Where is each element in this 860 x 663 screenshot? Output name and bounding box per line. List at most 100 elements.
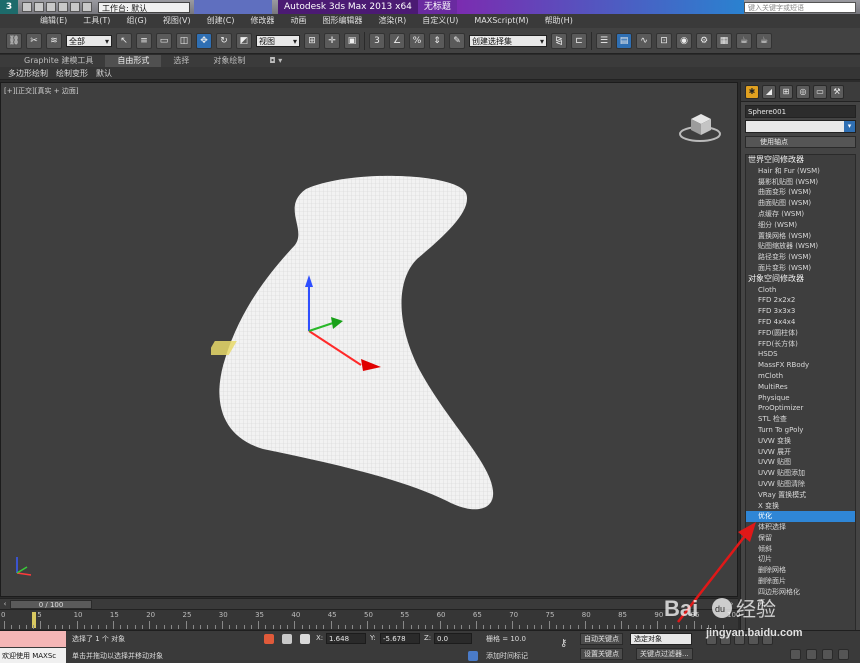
select-move-icon[interactable]: ✥ xyxy=(196,32,212,49)
rendered-frame-icon[interactable]: ▦ xyxy=(716,32,732,49)
search-input[interactable]: 键入关键字或短语 xyxy=(744,1,856,13)
modifier-item[interactable]: Turn To gPoly xyxy=(746,425,855,436)
modify-tab-icon[interactable]: ◢ xyxy=(762,84,776,99)
zoom-icon[interactable] xyxy=(790,649,801,660)
modifier-item[interactable]: UVW 贴图 xyxy=(746,457,855,468)
key-filters-button[interactable]: 关键点过滤器... xyxy=(636,648,693,660)
perspective-viewport[interactable]: [+][正交][真实 + 边面] xyxy=(0,82,738,597)
modifier-item[interactable]: FFD 4x4x4 xyxy=(746,317,855,328)
menu-animation[interactable]: 动画 xyxy=(282,14,314,28)
modifier-item[interactable]: 点缓存 (WSM) xyxy=(746,209,855,220)
menu-modifiers[interactable]: 修改器 xyxy=(242,14,282,28)
render-production-icon[interactable]: ☕ xyxy=(736,32,752,49)
go-to-end-icon[interactable] xyxy=(762,634,773,645)
modifier-item[interactable]: 体积选择 xyxy=(746,522,855,533)
menu-rendering[interactable]: 渲染(R) xyxy=(370,14,414,28)
menu-graph-editors[interactable]: 图形编辑器 xyxy=(314,14,370,28)
next-frame-icon[interactable]: › xyxy=(728,600,736,609)
modifier-item[interactable]: VRay 置换模式 xyxy=(746,490,855,501)
modifier-item[interactable]: 面片变形 (WSM) xyxy=(746,263,855,274)
select-link-icon[interactable]: ⛓ xyxy=(6,32,22,49)
selection-filter-dropdown[interactable]: 全部 xyxy=(66,34,112,48)
set-key-button[interactable]: 设置关键点 xyxy=(580,648,623,660)
undo-icon[interactable] xyxy=(58,2,68,12)
modifier-item[interactable]: 倾斜 xyxy=(746,544,855,555)
ribbon-default[interactable]: 默认 xyxy=(96,68,112,79)
modifier-item[interactable]: FFD 3x3x3 xyxy=(746,306,855,317)
time-slider-handle[interactable]: 0 / 100 xyxy=(10,600,92,609)
selected-object-dropdown[interactable]: 选定对象 xyxy=(630,633,692,645)
viewport-label[interactable]: [+][正交][真实 + 边面] xyxy=(4,86,79,96)
modifier-item[interactable]: 四边形网格化 xyxy=(746,587,855,598)
zoom-all-icon[interactable] xyxy=(806,649,817,660)
y-coord-field[interactable]: -5.678 xyxy=(380,633,420,644)
tab-freeform[interactable]: 自由形式 xyxy=(105,55,162,67)
modifier-item[interactable]: 路径变形 (WSM) xyxy=(746,252,855,263)
modifier-item[interactable]: MassFX RBody xyxy=(746,360,855,371)
modifier-item[interactable]: UVW 贴图清除 xyxy=(746,479,855,490)
z-coord-field[interactable]: 0.0 xyxy=(434,633,472,644)
modifier-item[interactable]: mCloth xyxy=(746,371,855,382)
workspace-dropdown[interactable]: 工作台: 默认 xyxy=(98,1,190,13)
viewcube-icon[interactable] xyxy=(677,105,723,145)
prev-frame-icon[interactable]: ‹ xyxy=(1,600,9,609)
create-tab-icon[interactable]: ✱ xyxy=(745,84,759,99)
time-slider[interactable]: ‹ 0 / 100 › xyxy=(0,598,738,609)
layer-manager-icon[interactable]: ☰ xyxy=(596,32,612,49)
material-editor-icon[interactable]: ◉ xyxy=(676,32,692,49)
utilities-tab-icon[interactable]: ⚒ xyxy=(830,84,844,99)
modifier-item[interactable]: 切片 xyxy=(746,554,855,565)
modifier-item[interactable]: X 变换 xyxy=(746,501,855,512)
ribbon-poly-draw[interactable]: 多边形绘制 xyxy=(8,68,48,79)
open-file-icon[interactable] xyxy=(34,2,44,12)
modifier-item[interactable]: 壳 xyxy=(746,598,855,609)
lock-selection-icon[interactable] xyxy=(282,634,292,644)
modifier-item[interactable]: Physique xyxy=(746,393,855,404)
pivot-center-icon[interactable]: ⊞ xyxy=(304,32,320,49)
select-object-icon[interactable]: ↖ xyxy=(116,32,132,49)
display-tab-icon[interactable]: ▭ xyxy=(813,84,827,99)
render-iterative-icon[interactable]: ☕ xyxy=(756,32,772,49)
select-by-name-icon[interactable]: ≡ xyxy=(136,32,152,49)
hierarchy-tab-icon[interactable]: ⊞ xyxy=(779,84,793,99)
reference-coord-dropdown[interactable]: 视图 xyxy=(256,34,300,48)
graphite-toggle-icon[interactable]: ▤ xyxy=(616,32,632,49)
sphere-mesh[interactable] xyxy=(211,171,511,511)
curve-editor-icon[interactable]: ∿ xyxy=(636,32,652,49)
maximize-viewport-icon[interactable] xyxy=(838,649,849,660)
select-scale-icon[interactable]: ◩ xyxy=(236,32,252,49)
save-file-icon[interactable] xyxy=(46,2,56,12)
render-setup-icon[interactable]: ⚙ xyxy=(696,32,712,49)
modifier-item[interactable]: 优化 xyxy=(746,511,855,523)
key-icon[interactable]: ⚷ xyxy=(560,639,570,649)
object-name-field[interactable]: Sphere001 xyxy=(745,105,856,118)
play-icon[interactable] xyxy=(734,634,745,645)
edit-named-selection-icon[interactable]: ✎ xyxy=(449,32,465,49)
modifier-item[interactable]: UVW 变换 xyxy=(746,436,855,447)
maxscript-listener[interactable] xyxy=(0,631,66,647)
modifier-item[interactable]: 置换网格 (WSM) xyxy=(746,231,855,242)
modifier-item[interactable]: 细分 (WSM) xyxy=(746,220,855,231)
spinner-snap-icon[interactable]: ⇕ xyxy=(429,32,445,49)
menu-edit[interactable]: 编辑(E) xyxy=(32,14,75,28)
modifier-item[interactable]: FFD 2x2x2 xyxy=(746,295,855,306)
keyboard-shortcut-icon[interactable]: ▣ xyxy=(344,32,360,49)
ribbon-options-icon[interactable]: ◘ ▾ xyxy=(257,55,294,67)
previous-frame-icon[interactable] xyxy=(720,634,731,645)
next-frame-button-icon[interactable] xyxy=(748,634,759,645)
project-folder-icon[interactable] xyxy=(82,2,92,12)
ribbon-paint-deform[interactable]: 绘制变形 xyxy=(56,68,88,79)
select-manipulate-icon[interactable]: ✛ xyxy=(324,32,340,49)
modifier-item[interactable]: STL 检查 xyxy=(746,414,855,425)
menu-create[interactable]: 创建(C) xyxy=(199,14,243,28)
align-icon[interactable]: ⊏ xyxy=(571,32,587,49)
menu-help[interactable]: 帮助(H) xyxy=(537,14,581,28)
auto-key-button[interactable]: 自动关键点 xyxy=(580,633,623,645)
modifier-item[interactable]: 曲面变形 (WSM) xyxy=(746,187,855,198)
unlink-icon[interactable]: ✂ xyxy=(26,32,42,49)
tab-selection[interactable]: 选择 xyxy=(161,55,201,67)
percent-snap-icon[interactable]: % xyxy=(409,32,425,49)
maxscript-mini-listener[interactable]: 欢迎使用 MAXSc xyxy=(0,648,66,663)
menu-group[interactable]: 组(G) xyxy=(118,14,154,28)
modifier-item[interactable]: Cloth xyxy=(746,285,855,296)
